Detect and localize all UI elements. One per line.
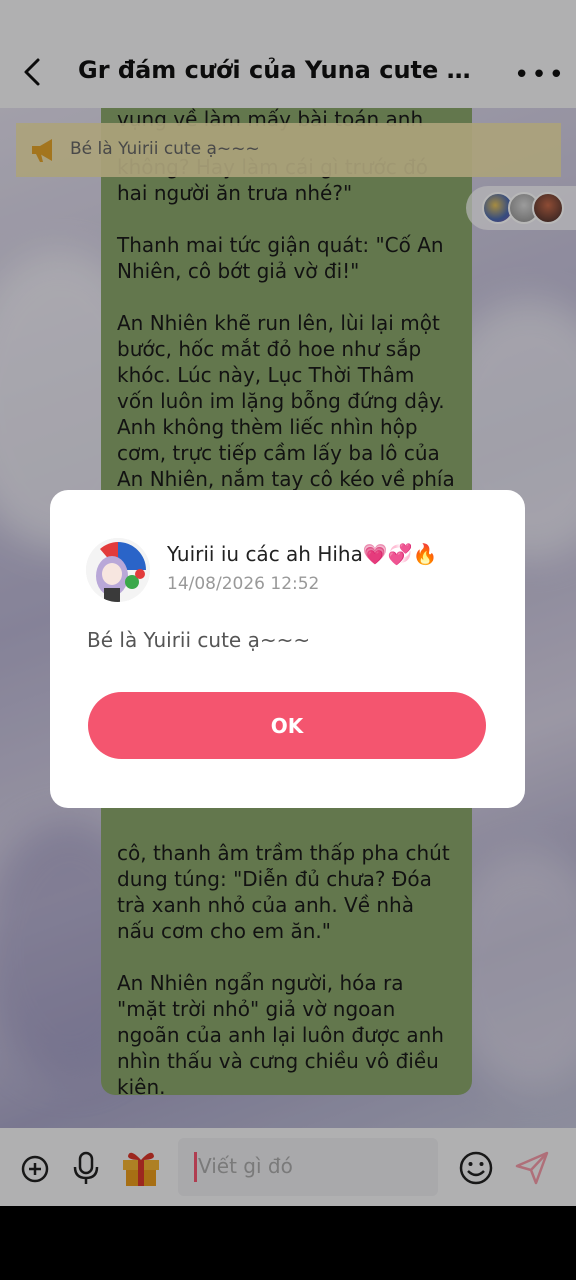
announcement-dialog: Yuirii iu các ah Hiha💗💞🔥 14/08/2026 12:5… bbox=[50, 490, 525, 808]
ok-button[interactable]: OK bbox=[88, 692, 486, 759]
chat-screen: vụng về làm mấy bài toán anh không? Hay … bbox=[0, 0, 576, 1206]
dialog-message: Bé là Yuirii cute ạ~~~ bbox=[87, 628, 311, 652]
sender-avatar bbox=[86, 538, 150, 602]
anime-avatar-icon bbox=[86, 538, 150, 602]
message-timestamp: 14/08/2026 12:52 bbox=[167, 574, 320, 594]
sender-name: Yuirii iu các ah Hiha💗💞🔥 bbox=[167, 542, 438, 566]
system-navigation-bar bbox=[0, 1206, 576, 1280]
